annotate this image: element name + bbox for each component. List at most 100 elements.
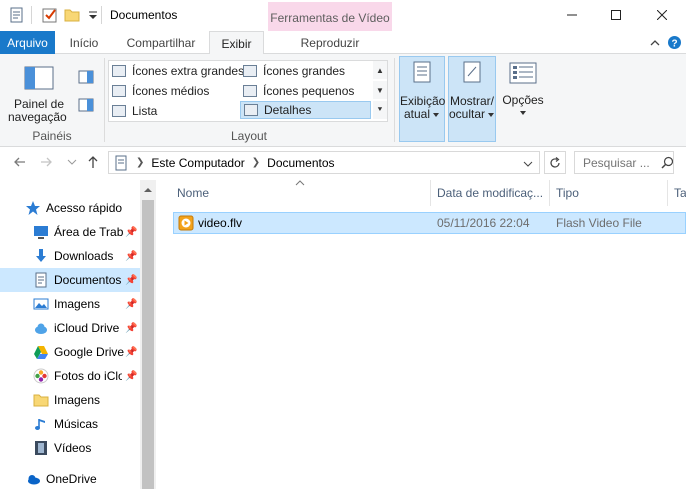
layout-scroll-up[interactable]: ▲ — [373, 61, 387, 79]
back-arrow-icon[interactable] — [13, 155, 27, 169]
breadcrumb-documentos[interactable]: Documentos — [267, 156, 334, 170]
new-folder-icon[interactable] — [64, 7, 80, 23]
maximize-icon — [611, 10, 621, 20]
options-button[interactable]: Opções — [500, 56, 546, 142]
window-title: Documentos — [110, 8, 178, 22]
table-row[interactable]: video.flv 05/11/2016 22:04 Flash Video F… — [173, 212, 686, 234]
nav-item-downloads[interactable]: Downloads 📌 — [0, 244, 140, 268]
show-hide-button[interactable]: Mostrar/ ocultar — [448, 56, 496, 142]
nav-item-imagens-2[interactable]: Imagens — [0, 388, 140, 412]
tab-exibir[interactable]: Exibir — [209, 31, 264, 55]
up-arrow-icon[interactable] — [86, 155, 100, 169]
customize-toolbar-icon[interactable] — [85, 7, 101, 23]
ribbon-tabs: Arquivo Início Compartilhar Exibir Repro… — [0, 31, 686, 55]
nav-label: Músicas — [54, 417, 99, 431]
breadcrumb-chevron-icon[interactable]: ❯ — [136, 157, 144, 168]
nav-label: OneDrive — [46, 472, 97, 486]
address-dropdown-icon[interactable] — [523, 160, 533, 168]
nav-label: Vídeos — [54, 441, 92, 455]
nav-item-imagens[interactable]: Imagens 📌 — [0, 292, 140, 316]
tab-compartilhar[interactable]: Compartilhar — [118, 31, 204, 54]
close-button[interactable] — [639, 0, 685, 30]
pin-icon[interactable]: 📌 — [125, 275, 137, 286]
nav-label: Acesso rápido — [46, 201, 123, 215]
large-icons-icon — [243, 65, 257, 77]
navigation-pane-button[interactable]: Painel de navegação — [8, 60, 70, 126]
details-pane-icon[interactable] — [78, 98, 94, 112]
search-icon — [661, 156, 673, 169]
refresh-button[interactable] — [544, 151, 566, 174]
tab-reproduzir[interactable]: Reproduzir — [268, 31, 392, 54]
nav-item-google-drive[interactable]: Google Drive 📌 — [0, 340, 140, 364]
nav-item-documentos[interactable]: Documentos 📌 — [0, 268, 140, 292]
file-name[interactable]: video.flv — [198, 216, 242, 230]
layout-medium-icons[interactable]: Ícones médios — [112, 82, 209, 100]
navigation-pane: Acesso rápido Área de Trabalho 📌 Downloa… — [0, 180, 156, 489]
layout-small-icons[interactable]: Ícones pequenos — [243, 82, 354, 100]
column-header-data[interactable]: Data de modificaç... — [431, 180, 550, 206]
nav-scrollbar-thumb[interactable] — [142, 200, 154, 489]
nav-label: Fotos do iCloud — [54, 369, 122, 383]
videos-icon — [35, 441, 47, 455]
search-box[interactable] — [574, 151, 674, 174]
nav-item-fotos-do-icloud[interactable]: Fotos do iCloud 📌 — [0, 364, 140, 388]
pin-icon[interactable]: 📌 — [125, 251, 137, 262]
breadcrumb-este-computador[interactable]: Este Computador — [151, 156, 244, 170]
layout-extra-large-icons[interactable]: Ícones extra grandes — [112, 62, 244, 80]
checkmark-icon[interactable] — [42, 7, 58, 23]
layout-large-icons[interactable]: Ícones grandes — [243, 62, 345, 80]
layout-list[interactable]: Lista — [112, 102, 157, 120]
scroll-up-arrow-icon[interactable] — [140, 182, 156, 198]
pin-icon[interactable]: 📌 — [125, 347, 137, 358]
nav-item-videos[interactable]: Vídeos — [0, 436, 140, 460]
svg-text:?: ? — [671, 39, 677, 50]
list-icon — [112, 105, 126, 117]
pin-icon[interactable]: 📌 — [125, 323, 137, 334]
layout-label: Lista — [132, 104, 158, 118]
forward-arrow-icon[interactable] — [39, 155, 53, 169]
tab-arquivo[interactable]: Arquivo — [0, 31, 55, 54]
address-row: ❯ Este Computador ❯ Documentos — [0, 147, 686, 177]
properties-icon[interactable] — [9, 7, 25, 23]
breadcrumb-chevron-icon[interactable]: ❯ — [252, 157, 260, 168]
recent-locations-icon[interactable] — [67, 158, 77, 166]
desktop-icon — [34, 226, 48, 239]
maximize-button[interactable] — [593, 0, 639, 30]
nav-item-onedrive[interactable]: OneDrive — [0, 467, 140, 489]
pin-icon[interactable]: 📌 — [125, 371, 137, 382]
nav-item-area-de-trabalho[interactable]: Área de Trabalho 📌 — [0, 220, 140, 244]
column-header-nome[interactable]: Nome — [171, 180, 431, 206]
current-view-button[interactable]: Exibição atual — [399, 56, 445, 142]
tab-inicio[interactable]: Início — [62, 31, 106, 54]
pin-icon[interactable]: 📌 — [125, 227, 137, 238]
address-bar[interactable]: ❯ Este Computador ❯ Documentos — [108, 151, 540, 174]
pictures-icon — [33, 298, 49, 310]
search-input[interactable] — [583, 155, 659, 170]
preview-pane-icon[interactable] — [78, 70, 94, 84]
nav-item-acesso-rapido[interactable]: Acesso rápido — [0, 196, 140, 220]
nav-item-icloud-drive[interactable]: iCloud Drive 📌 — [0, 316, 140, 340]
pin-icon[interactable]: 📌 — [125, 299, 137, 310]
nav-scrollbar[interactable] — [140, 180, 156, 489]
collapse-ribbon-icon[interactable] — [648, 36, 662, 50]
scroll-down-icon: ▼ — [376, 85, 384, 95]
medium-icons-icon — [112, 85, 126, 97]
dropdown-arrow-icon — [69, 115, 70, 116]
onedrive-icon — [28, 475, 40, 485]
minimize-button[interactable] — [549, 0, 595, 30]
column-header-tipo[interactable]: Tipo — [550, 180, 668, 206]
options-icon — [509, 62, 537, 84]
flash-video-file-icon — [178, 215, 194, 231]
show-hide-label-2: ocultar — [449, 107, 486, 121]
help-icon[interactable]: ? — [667, 35, 682, 50]
layout-details[interactable]: Detalhes — [240, 101, 371, 119]
nav-item-musicas[interactable]: Músicas — [0, 412, 140, 436]
layout-expand[interactable]: ⯆ — [373, 101, 387, 119]
layout-scroll-down[interactable]: ▼ — [373, 81, 387, 99]
file-list: Nome Data de modificaç... Tipo Ta video.… — [157, 180, 686, 489]
layout-label: Ícones médios — [132, 84, 210, 98]
star-icon — [26, 201, 40, 215]
document-icon — [35, 272, 47, 288]
details-icon — [244, 104, 258, 116]
column-header-tamanho[interactable]: Ta — [668, 180, 686, 206]
